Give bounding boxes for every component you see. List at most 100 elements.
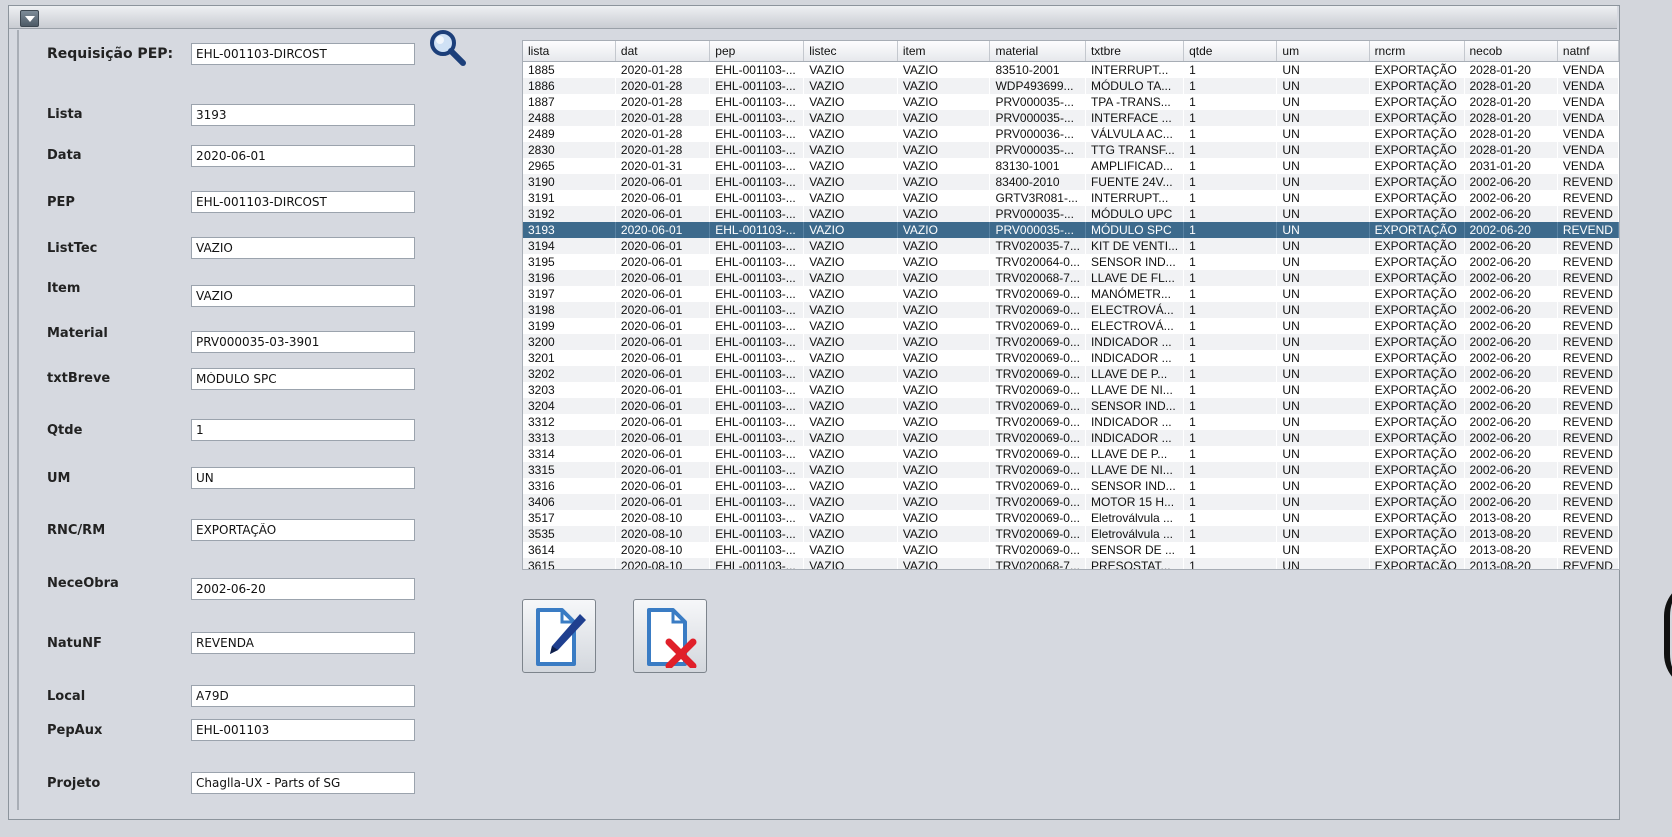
natunf-input[interactable]	[191, 632, 415, 654]
table-row[interactable]: 3192 2020-06-01 EHL-001103-... VAZIO VAZIO PR…	[523, 206, 1619, 222]
collapse-arrow-icon[interactable]	[20, 10, 39, 27]
table-row[interactable]: 2830 2020-01-28 EHL-001103-... VAZIO VAZIO PR…	[523, 142, 1619, 158]
table-row[interactable]: 3194 2020-06-01 EHL-001103-... VAZIO VAZIO TR…	[523, 238, 1619, 254]
table-cell-listec: VAZIO	[809, 319, 845, 333]
column-header-listec[interactable]: listec	[803, 41, 898, 62]
panel-titlebar	[9, 6, 1617, 29]
table-row[interactable]: 3312 2020-06-01 EHL-001103-... VAZIO VAZIO TR…	[523, 414, 1619, 430]
table-row[interactable]: 3202 2020-06-01 EHL-001103-... VAZIO VAZIO TR…	[523, 366, 1619, 382]
table-cell-necob: 2028-01-20	[1464, 78, 1558, 94]
table-cell-lista: 2965	[528, 159, 555, 173]
table-row[interactable]: 3535 2020-08-10 EHL-001103-... VAZIO VAZIO TR…	[523, 526, 1619, 542]
table-cell-lista: 3202	[523, 366, 616, 382]
table-row[interactable]: 3193 2020-06-01 EHL-001103-... VAZIO VAZIO PR…	[523, 222, 1619, 238]
delete-button[interactable]	[633, 599, 707, 673]
table-row[interactable]: 3199 2020-06-01 EHL-001103-... VAZIO VAZIO TR…	[523, 318, 1619, 334]
column-header-material[interactable]: material	[989, 41, 1086, 62]
column-header-natnf[interactable]: natnf	[1557, 41, 1619, 62]
table-cell-listec: VAZIO	[803, 334, 898, 350]
table-cell-um: UN	[1282, 255, 1300, 269]
table-row[interactable]: 3614 2020-08-10 EHL-001103-... VAZIO VAZIO TR…	[523, 542, 1619, 558]
table-row[interactable]: 3200 2020-06-01 EHL-001103-... VAZIO VAZIO TR…	[523, 334, 1619, 350]
column-header-lista[interactable]: lista	[523, 41, 616, 62]
pepaux-input[interactable]	[191, 719, 415, 741]
table-cell-txtbre: ELECTROVÁ...	[1090, 319, 1174, 333]
pep-input[interactable]	[191, 191, 415, 213]
table-cell-listec: VAZIO	[809, 479, 845, 493]
table-row[interactable]: 1886 2020-01-28 EHL-001103-... VAZIO VAZIO WD…	[523, 78, 1619, 94]
column-header-qtde[interactable]: qtde	[1183, 41, 1278, 62]
table-row[interactable]: 3201 2020-06-01 EHL-001103-... VAZIO VAZIO TR…	[523, 350, 1619, 366]
table-cell-txtbre: MOTOR 15 H...	[1085, 494, 1184, 510]
rncrm-input[interactable]	[191, 519, 415, 541]
column-header-um[interactable]: um	[1276, 41, 1370, 62]
table-cell-um: UN	[1276, 110, 1370, 126]
listtec-input[interactable]	[191, 237, 415, 259]
table-row[interactable]: 3615 2020-08-10 EHL-001103-... VAZIO VAZIO TR…	[523, 558, 1619, 569]
table-row[interactable]: 3315 2020-06-01 EHL-001103-... VAZIO VAZIO TR…	[523, 462, 1619, 478]
table-row[interactable]: 2965 2020-01-31 EHL-001103-... VAZIO VAZIO 83…	[523, 158, 1619, 174]
table-row[interactable]: 3198 2020-06-01 EHL-001103-... VAZIO VAZIO TR…	[523, 302, 1619, 318]
table-cell-necob: 2028-01-20	[1464, 110, 1558, 126]
table-row[interactable]: 1885 2020-01-28 EHL-001103-... VAZIO VAZIO 83…	[523, 62, 1619, 79]
column-header-pep[interactable]: pep	[709, 41, 805, 62]
table-row[interactable]: 3197 2020-06-01 EHL-001103-... VAZIO VAZIO TR…	[523, 286, 1619, 302]
table-cell-natnf: VENDA	[1562, 159, 1605, 173]
item-input[interactable]	[191, 285, 415, 307]
table-cell-pep: EHL-001103-...	[709, 238, 804, 254]
column-header-item[interactable]: item	[897, 41, 991, 62]
table-cell-natnf: REVEND	[1557, 398, 1619, 414]
table-cell-pep: EHL-001103-...	[709, 398, 804, 414]
txtbreve-input[interactable]	[191, 368, 415, 390]
table-cell-pep: EHL-001103-...	[715, 191, 796, 205]
lista-input[interactable]	[191, 104, 415, 126]
edit-button[interactable]	[522, 599, 596, 673]
table-cell-dat: 2020-01-28	[620, 127, 683, 141]
table-row[interactable]: 3316 2020-06-01 EHL-001103-... VAZIO VAZIO TR…	[523, 478, 1619, 494]
table-cell-listec: VAZIO	[809, 255, 845, 269]
table-row[interactable]: 3204 2020-06-01 EHL-001103-... VAZIO VAZIO TR…	[523, 398, 1619, 414]
table-row[interactable]: 3313 2020-06-01 EHL-001103-... VAZIO VAZIO TR…	[523, 430, 1619, 446]
search-button[interactable]	[428, 28, 468, 68]
table-row[interactable]: 2488 2020-01-28 EHL-001103-... VAZIO VAZIO PR…	[523, 110, 1619, 126]
neceobra-input[interactable]	[191, 578, 415, 600]
table-cell-lista: 3315	[523, 462, 616, 478]
table-cell-txtbre: SENSOR IND...	[1090, 479, 1176, 493]
records-table-container[interactable]: lista dat pep listec item material txtbre qtde u…	[522, 40, 1620, 570]
table-row[interactable]: 3203 2020-06-01 EHL-001103-... VAZIO VAZIO TR…	[523, 382, 1619, 398]
table-row[interactable]: 3190 2020-06-01 EHL-001103-... VAZIO VAZIO 83…	[523, 174, 1619, 190]
table-cell-txtbre: SENSOR IND...	[1085, 398, 1184, 414]
table-cell-item: VAZIO	[902, 383, 938, 397]
table-cell-qtde: 1	[1189, 447, 1196, 461]
table-cell-dat: 2020-08-10	[620, 543, 683, 557]
material-input[interactable]	[191, 331, 415, 353]
table-row[interactable]: 2489 2020-01-28 EHL-001103-... VAZIO VAZIO PR…	[523, 126, 1619, 142]
requisicao-input[interactable]	[191, 43, 415, 65]
table-cell-item: VAZIO	[897, 366, 990, 382]
table-row[interactable]: 1887 2020-01-28 EHL-001103-... VAZIO VAZIO PR…	[523, 94, 1619, 110]
table-cell-material: TRV020069-0...	[989, 494, 1086, 510]
qtde-input[interactable]	[191, 419, 415, 441]
table-row[interactable]: 3314 2020-06-01 EHL-001103-... VAZIO VAZIO TR…	[523, 446, 1619, 462]
table-cell-necob: 2002-06-20	[1464, 494, 1558, 510]
table-cell-natnf: REVEND	[1557, 494, 1619, 510]
local-input[interactable]	[191, 685, 415, 707]
column-header-necob[interactable]: necob	[1464, 41, 1558, 62]
edit-document-icon	[536, 608, 586, 666]
table-cell-material: TRV020069-0...	[995, 415, 1080, 429]
table-row[interactable]: 3191 2020-06-01 EHL-001103-... VAZIO VAZIO GR…	[523, 190, 1619, 206]
table-row[interactable]: 3406 2020-06-01 EHL-001103-... VAZIO VAZIO TR…	[523, 494, 1619, 510]
table-cell-lista: 3199	[528, 319, 555, 333]
um-input[interactable]	[191, 467, 415, 489]
table-row[interactable]: 3517 2020-08-10 EHL-001103-... VAZIO VAZIO TR…	[523, 510, 1619, 526]
column-header-rncrm[interactable]: rncrm	[1369, 41, 1465, 62]
table-row[interactable]: 3196 2020-06-01 EHL-001103-... VAZIO VAZIO TR…	[523, 270, 1619, 286]
column-header-txtbre[interactable]: txtbre	[1085, 41, 1185, 62]
table-cell-material: TRV020035-7...	[989, 238, 1086, 254]
table-cell-pep: EHL-001103-...	[709, 78, 804, 94]
column-header-dat[interactable]: dat	[615, 41, 711, 62]
table-cell-dat: 2020-08-10	[615, 526, 710, 542]
table-row[interactable]: 3195 2020-06-01 EHL-001103-... VAZIO VAZIO TR…	[523, 254, 1619, 270]
data-input[interactable]	[191, 145, 415, 167]
projeto-input[interactable]	[191, 772, 415, 794]
